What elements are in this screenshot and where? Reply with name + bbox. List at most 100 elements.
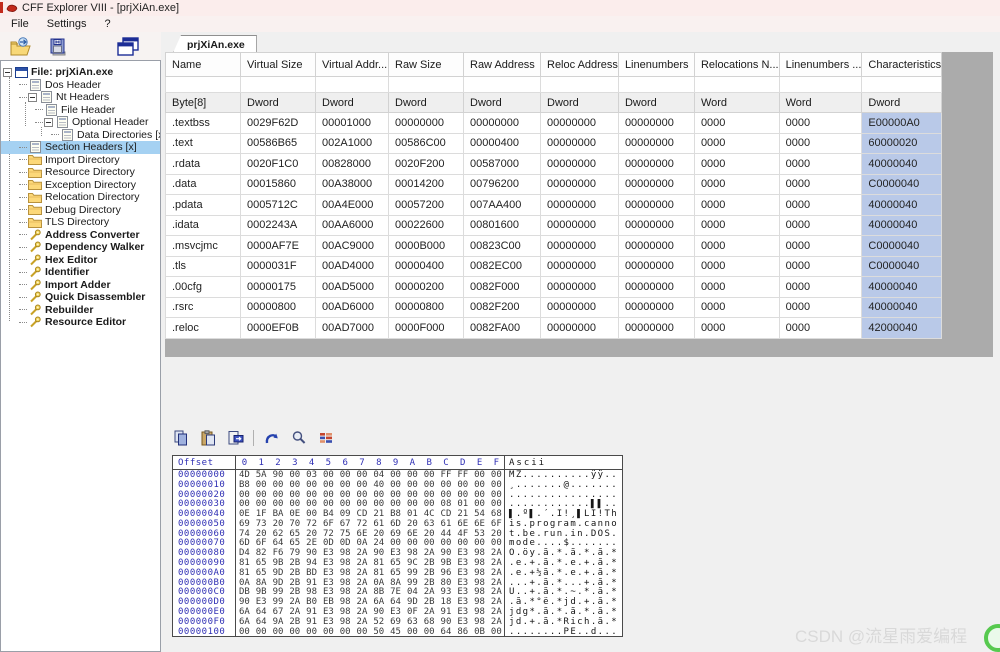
tree-item-import-adder[interactable]: Import Adder <box>1 279 160 292</box>
write-icon[interactable] <box>226 429 244 447</box>
hex-row-000000A0[interactable]: 000000A081659D2BBDE3982A8165992B96E3982A… <box>173 568 622 578</box>
paste-icon[interactable] <box>199 429 217 447</box>
hex-bytes: 0E1FBA0E00B409CD21B8014CCD215468 <box>235 509 505 519</box>
hex-row-00000010[interactable]: 00000010B8000000000000004000000000000000… <box>173 480 622 490</box>
hex-offset: 000000F0 <box>173 617 235 627</box>
column-header-reloc-address[interactable]: Reloc Address <box>541 53 619 77</box>
tree-item-identifier[interactable]: Identifier <box>1 266 160 279</box>
menu-item-[interactable]: ? <box>95 17 119 32</box>
tree-item-debug-directory[interactable]: Debug Directory <box>1 204 160 217</box>
tree-item-file-prjxian-exe[interactable]: File: prjXiAn.exe <box>1 66 160 79</box>
settings-icon[interactable] <box>317 429 335 447</box>
section-row-reloc[interactable]: .reloc0000EF0B00AD70000000F0000082FA0000… <box>166 318 942 339</box>
section-row-rsrc[interactable]: .rsrc0000080000AD6000000008000082F200000… <box>166 297 942 318</box>
hex-ascii: jd.+.ã.*Rich.ã.* <box>505 617 622 627</box>
hex-row-000000C0[interactable]: 000000C0DB9B992B98E3982A8B7E042A93E3982A… <box>173 588 622 598</box>
hex-row-000000B0[interactable]: 000000B00A8A9D2B91E3982A0A8A992B80E3982A… <box>173 578 622 588</box>
hex-byte-headers: 0123456789ABCDEF <box>235 456 505 469</box>
column-header-name[interactable]: Name <box>166 53 241 77</box>
file-tab[interactable]: prjXiAn.exe <box>173 35 257 53</box>
section-row-textbss[interactable]: .textbss0029F62D000010000000000000000000… <box>166 113 942 134</box>
column-header-relocations-n[interactable]: Relocations N... <box>694 53 779 77</box>
section-row-idata[interactable]: .idata0002243A00AA6000000226000080160000… <box>166 215 942 236</box>
section-row-pdata[interactable]: .pdata0005712C00A4E00000057200007AA40000… <box>166 195 942 216</box>
menu-item-file[interactable]: File <box>2 17 38 32</box>
hex-col-label: 7 <box>354 458 371 468</box>
cell: 40000040 <box>862 215 942 236</box>
section-row-msvcjmc[interactable]: .msvcjmc0000AF7E00AC90000000B00000823C00… <box>166 236 942 257</box>
column-header-raw-size[interactable]: Raw Size <box>389 53 464 77</box>
collapse-toggle-icon[interactable] <box>44 118 53 127</box>
hex-row-00000090[interactable]: 0000009081659B2B94E3982A81659C2B9BE3982A… <box>173 558 622 568</box>
column-header-virtual-size[interactable]: Virtual Size <box>241 53 316 77</box>
tree-item-section-headers-x[interactable]: Section Headers [x] <box>1 141 160 154</box>
save-file-icon[interactable] <box>44 35 70 59</box>
type-cell: Word <box>694 93 779 113</box>
cell: 00AD4000 <box>316 256 389 277</box>
header-gap-cell <box>541 77 619 93</box>
tree-item-resource-directory[interactable]: Resource Directory <box>1 166 160 179</box>
app-window: CFF Explorer VIII - [prjXiAn.exe] FileSe… <box>0 0 1000 652</box>
hex-row-00000000[interactable]: 000000004D5A90000300000004000000FFFF0000… <box>173 470 622 480</box>
tree-item-dependency-walker[interactable]: Dependency Walker <box>1 241 160 254</box>
section-row-00cfg[interactable]: .00cfg0000017500AD5000000002000082F00000… <box>166 277 942 298</box>
tree-item-nt-headers[interactable]: Nt Headers <box>1 91 160 104</box>
tree-item-exception-directory[interactable]: Exception Directory <box>1 179 160 192</box>
hex-col-label: E <box>471 458 488 468</box>
cell: 00823C00 <box>464 236 541 257</box>
hex-row-000000F0[interactable]: 000000F06A649A2B91E3982A5269636890E3982A… <box>173 617 622 627</box>
section-row-text[interactable]: .text00586B65002A100000586C0000000400000… <box>166 133 942 154</box>
tree-item-import-directory[interactable]: Import Directory <box>1 154 160 167</box>
section-row-data[interactable]: .data0001586000A380000001420000796200000… <box>166 174 942 195</box>
hex-row-00000050[interactable]: 0000005069732070726F6772616D2063616E6E6F… <box>173 519 622 529</box>
hex-row-000000E0[interactable]: 000000E06A64672A91E3982A90E30F2A91E3982A… <box>173 607 622 617</box>
tree-item-file-header[interactable]: File Header <box>1 104 160 117</box>
floating-action-dot[interactable] <box>984 624 1000 652</box>
header-gap-cell <box>389 77 464 93</box>
tree-item-relocation-directory[interactable]: Relocation Directory <box>1 191 160 204</box>
section-row-rdata[interactable]: .rdata0020F1C0008280000020F2000058700000… <box>166 154 942 175</box>
cell: 0000 <box>779 215 862 236</box>
tree-item-tls-directory[interactable]: TLS Directory <box>1 216 160 229</box>
open-file-icon[interactable] <box>8 35 34 59</box>
collapse-toggle-icon[interactable] <box>3 68 12 77</box>
cell: 0000 <box>694 154 779 175</box>
hex-row-00000030[interactable]: 0000003000000000000000000000000008010000… <box>173 499 622 509</box>
column-header-characteristics[interactable]: Characteristics <box>862 53 942 77</box>
tree-item-dos-header[interactable]: Dos Header <box>1 79 160 92</box>
tree-item-rebuilder[interactable]: Rebuilder <box>1 304 160 317</box>
column-header-linenumbers[interactable]: Linenumbers ... <box>779 53 862 77</box>
tree-item-data-directories-x[interactable]: Data Directories [x] <box>1 129 160 142</box>
tree-item-resource-editor[interactable]: Resource Editor <box>1 316 160 329</box>
hex-bytes: 69732070726F6772616D2063616E6E6F <box>235 519 505 529</box>
menu-item-settings[interactable]: Settings <box>38 17 96 32</box>
hex-row-00000070[interactable]: 000000706D6F64652E0D0D0A2400000000000000… <box>173 539 622 549</box>
hex-row-000000D0[interactable]: 000000D090E3992AB0EB982A6A649D2B18E3982A… <box>173 597 622 607</box>
column-header-virtual-addr[interactable]: Virtual Addr... <box>316 53 389 77</box>
column-header-linenumbers[interactable]: Linenumbers <box>618 53 694 77</box>
tree-item-quick-disassembler[interactable]: Quick Disassembler <box>1 291 160 304</box>
section-row-tls[interactable]: .tls0000031F00AD4000000004000082EC000000… <box>166 256 942 277</box>
cell: .00cfg <box>166 277 241 298</box>
hex-row-00000080[interactable]: 00000080D482F67990E3982A90E3982A90E3982A… <box>173 548 622 558</box>
copy-icon[interactable] <box>172 429 190 447</box>
collapse-toggle-icon[interactable] <box>28 93 37 102</box>
tree-item-address-converter[interactable]: Address Converter <box>1 229 160 242</box>
cell: 0005712C <box>241 195 316 216</box>
goto-offset-icon[interactable] <box>263 429 281 447</box>
tree-item-optional-header[interactable]: Optional Header <box>1 116 160 129</box>
hex-row-00000100[interactable]: 0000010000000000000000005045000064860B00… <box>173 627 622 637</box>
cell: .textbss <box>166 113 241 134</box>
cell: 00022600 <box>389 215 464 236</box>
section-headers-table[interactable]: NameVirtual SizeVirtual Addr...Raw SizeR… <box>165 52 942 339</box>
hex-view[interactable]: Offset 0123456789ABCDEF Ascii 000000004D… <box>172 455 623 637</box>
window-manager-icon[interactable] <box>114 35 140 59</box>
tree-item-label: Hex Editor <box>45 254 98 266</box>
tree-item-hex-editor[interactable]: Hex Editor <box>1 254 160 267</box>
hex-row-00000040[interactable]: 000000400E1FBA0E00B409CD21B8014CCD215468… <box>173 509 622 519</box>
hex-row-00000060[interactable]: 00000060742062652072756E20696E20444F5320… <box>173 529 622 539</box>
search-icon[interactable] <box>290 429 308 447</box>
column-header-raw-address[interactable]: Raw Address <box>464 53 541 77</box>
hex-offset: 00000020 <box>173 490 235 500</box>
hex-row-00000020[interactable]: 0000002000000000000000000000000000000000… <box>173 490 622 500</box>
